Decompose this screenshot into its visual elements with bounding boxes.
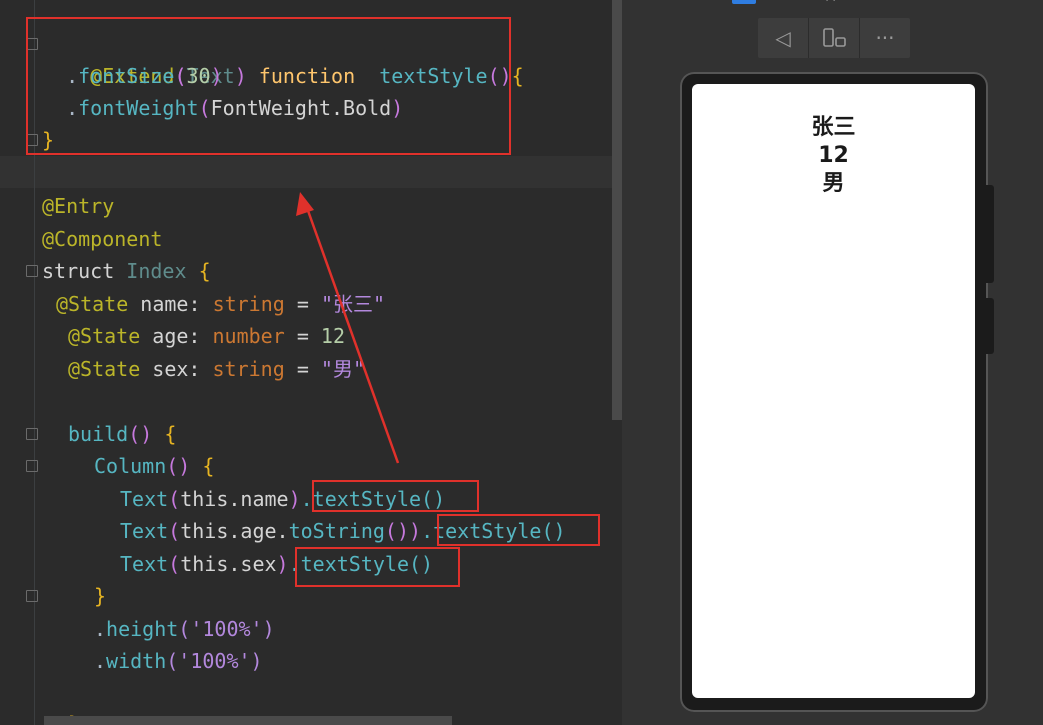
previewer-header: ( ): [732, 0, 902, 4]
previewer-header-text: ( ): [824, 0, 837, 2]
more-icon[interactable]: ···: [860, 18, 910, 58]
code-editor[interactable]: @Extend(Text) function textStyle(){ .fon…: [0, 0, 622, 725]
device-selector-icon[interactable]: [732, 0, 756, 4]
rotate-device-icon[interactable]: [809, 18, 859, 58]
rotate-device-icon: [823, 28, 846, 47]
annotation-arrow-icon: [296, 192, 400, 464]
previewer-panel: ( ) ◁ ··· 张三 12 男: [622, 0, 1043, 725]
text-age: 12: [818, 143, 849, 168]
back-icon[interactable]: ◁: [758, 18, 808, 58]
previewer-toolbar: ◁ ···: [758, 18, 910, 58]
device-side-button: [986, 185, 994, 283]
vertical-scrollbar[interactable]: [612, 0, 622, 420]
device-screen: 张三 12 男: [692, 84, 975, 698]
text-name: 张三: [811, 115, 856, 140]
horizontal-scrollbar[interactable]: [44, 716, 452, 725]
device-side-button: [986, 298, 994, 354]
text-sex: 男: [822, 171, 845, 196]
